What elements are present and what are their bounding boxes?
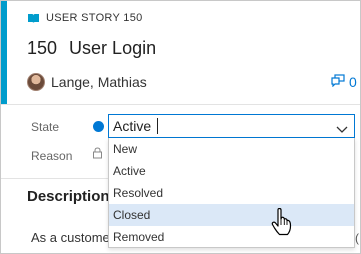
avatar xyxy=(27,73,45,91)
dropdown-option-resolved[interactable]: Resolved xyxy=(109,182,354,204)
state-label: State xyxy=(31,120,60,134)
assignee-name[interactable]: Lange, Mathias xyxy=(51,74,147,90)
description-heading: Description xyxy=(27,188,110,205)
comments-button[interactable]: 0 xyxy=(331,74,357,90)
text-caret xyxy=(157,118,158,134)
hand-pointer-icon xyxy=(271,207,293,241)
section-divider xyxy=(1,178,108,179)
reason-label: Reason xyxy=(31,149,73,163)
work-item-form: USER STORY 150 150 User Login Lange, Mat… xyxy=(0,0,361,254)
chevron-down-icon[interactable] xyxy=(336,121,348,139)
work-item-id: 150 xyxy=(27,38,58,58)
dropdown-option-removed[interactable]: Removed xyxy=(109,226,354,248)
book-icon xyxy=(27,13,40,24)
comments-count: 0 xyxy=(349,74,357,90)
state-select[interactable]: Active xyxy=(108,114,355,138)
dropdown-option-active[interactable]: Active xyxy=(109,160,354,182)
work-item-type-label: USER STORY 150 xyxy=(46,12,143,24)
state-select-value[interactable]: Active xyxy=(113,118,151,134)
description-overflow-glyph: ( xyxy=(355,231,359,245)
dropdown-option-new[interactable]: New xyxy=(109,138,354,160)
state-dropdown-list: New Active Resolved Closed Removed xyxy=(108,138,355,248)
description-text[interactable]: As a custome xyxy=(31,230,110,245)
work-item-type-color-bar xyxy=(1,1,7,104)
work-item-title[interactable]: 150 User Login xyxy=(27,38,156,59)
comment-icon xyxy=(331,74,345,90)
work-item-header: USER STORY 150 150 User Login Lange, Mat… xyxy=(1,1,360,105)
assigned-to-field[interactable]: Lange, Mathias xyxy=(27,73,147,91)
dropdown-option-closed[interactable]: Closed xyxy=(109,204,354,226)
lock-icon xyxy=(92,146,103,164)
work-item-title-text[interactable]: User Login xyxy=(69,38,156,59)
work-item-type: USER STORY 150 xyxy=(27,10,143,26)
state-color-dot xyxy=(93,121,104,132)
